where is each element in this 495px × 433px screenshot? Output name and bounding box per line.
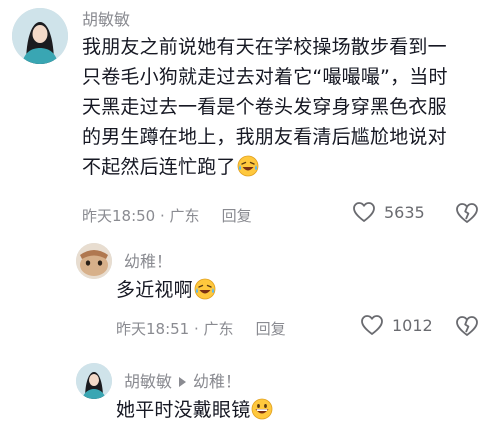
comment-meta: 昨天18:51 · 广东 回复: [116, 318, 286, 339]
dislike-button[interactable]: [455, 202, 479, 224]
avatar[interactable]: [76, 243, 112, 279]
avatar-photo-icon: [12, 8, 68, 64]
heart-icon: [353, 202, 375, 222]
comment-text-line: 只卷毛小狗就走过去对着它“嘬嘬嘬”，当时: [82, 66, 448, 88]
laughing-crying-emoji-icon: [237, 155, 259, 177]
avatar-photo-icon: [76, 363, 112, 399]
comment-meta: 昨天18:50 · 广东 回复: [82, 205, 252, 226]
comment-text: 多近视啊: [116, 275, 216, 305]
comment-time: 昨天18:50: [82, 207, 156, 225]
reply-button[interactable]: 回复: [222, 207, 252, 225]
like-count: 5635: [384, 202, 425, 222]
comment-location: 广东: [169, 207, 200, 225]
comment-text: 我朋友之前说她有天在学校操场散步看到一 只卷毛小狗就走过去对着它“嘬嘬嘬”，当时…: [82, 32, 482, 182]
grinning-emoji-icon: [252, 398, 273, 420]
comment-text-line: 我朋友之前说她有天在学校操场散步看到一: [82, 36, 447, 58]
meta-separator: ·: [155, 207, 170, 225]
meta-separator: ·: [189, 320, 204, 338]
comment-username[interactable]: 胡敏敏: [82, 6, 130, 30]
avatar-photo-icon: [76, 243, 112, 279]
comment-text-line: 不起然后连忙跑了: [82, 156, 236, 178]
heart-icon: [361, 315, 383, 335]
reply-arrow-icon: [179, 377, 187, 387]
comment-text: 她平时没戴眼镜: [116, 395, 273, 425]
comment-username[interactable]: 幼稚！: [124, 248, 172, 272]
comment-location: 广东: [203, 320, 234, 338]
comment-text-line: 的男生蹲在地上，我朋友看清后尴尬地说对: [82, 126, 447, 148]
comment-time: 昨天18:51: [116, 320, 190, 338]
like-button[interactable]: 5635: [352, 201, 425, 223]
dislike-button[interactable]: [455, 315, 479, 337]
avatar[interactable]: [76, 363, 112, 399]
like-count: 1012: [392, 315, 433, 335]
reply-to-username[interactable]: 幼稚！: [193, 372, 241, 391]
comment-text-line: 天黑走过去一看是个卷头发穿身穿黑色衣服: [82, 96, 447, 118]
reply-button[interactable]: 回复: [256, 320, 286, 338]
laughing-crying-emoji-icon: [194, 278, 216, 300]
comment-username[interactable]: 胡敏敏 幼稚！: [124, 368, 241, 392]
avatar[interactable]: [12, 8, 68, 64]
like-button[interactable]: 1012: [360, 314, 433, 336]
